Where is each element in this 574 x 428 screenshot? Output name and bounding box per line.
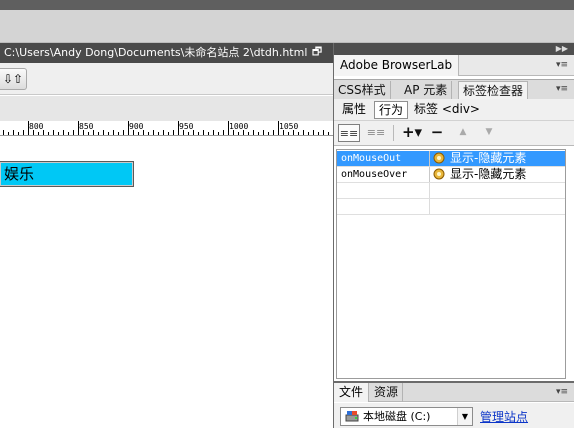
ruler-label: 1000 <box>229 122 249 131</box>
hard-drive-icon <box>345 411 359 422</box>
ruler-label: 950 <box>179 122 194 131</box>
panel-menu-icon[interactable]: ▾≡ <box>556 84 568 94</box>
tab-label: AP 元素 <box>404 83 448 97</box>
tab-tag-inspector[interactable]: 标签检查器 <box>458 81 528 100</box>
document-toolbar: ⇩⇧ <box>0 63 333 95</box>
document-path: C:\Users\Andy Dong\Documents\未命名站点 2\dtd… <box>4 46 308 59</box>
tab-label: 标签检查器 <box>463 84 524 98</box>
remove-behavior-icon[interactable]: − <box>426 124 448 142</box>
subtab-label: 行为 <box>379 103 404 117</box>
drive-select[interactable]: 本地磁盘 (C:) ▼ <box>340 407 473 426</box>
tab-label: 资源 <box>374 385 399 399</box>
empty-row <box>337 183 565 199</box>
column-separator <box>429 199 430 214</box>
tab-files[interactable]: 文件 <box>334 383 370 402</box>
inspector-subtabs: 属性 行为 标签 <div> <box>334 99 574 121</box>
chevron-down-icon[interactable]: ▼ <box>457 408 472 425</box>
horizontal-ruler: 800 850 900 950 1000 1050 <box>0 121 333 136</box>
behavior-row[interactable]: onMouseOut 显示-隐藏元素 <box>337 151 565 167</box>
toolbar-separator <box>393 125 394 141</box>
ruler-label: 1050 <box>279 122 299 131</box>
behavior-action: 显示-隐藏元素 <box>450 167 527 181</box>
gear-icon <box>433 152 445 164</box>
files-controls: 本地磁盘 (C:) ▼ 管理站点 <box>334 403 574 428</box>
behavior-action: 显示-隐藏元素 <box>450 151 527 165</box>
gear-icon <box>433 168 445 180</box>
column-separator <box>429 183 430 198</box>
subtab-label: 属性 <box>342 102 367 116</box>
current-tag-label: 标签 <div> <box>414 102 480 116</box>
column-separator <box>429 167 430 182</box>
panel-tabs: CSS样式 AP 元素 标签检查器 ▾≡ <box>334 79 574 100</box>
behaviors-toolbar: ≡≡ ≡≡ +▾ − ▲ ▼ <box>334 121 574 146</box>
browserlab-panel-header: Adobe BrowserLab ▾≡ <box>334 55 574 76</box>
show-set-events-icon[interactable]: ≡≡ <box>338 124 360 142</box>
show-all-events-icon[interactable]: ≡≡ <box>365 124 387 142</box>
behavior-event: onMouseOver <box>341 169 408 180</box>
manage-sites-link[interactable]: 管理站点 <box>480 410 528 424</box>
div-text: 娱乐 <box>4 165 35 183</box>
panel-group-header: ▶▶ <box>334 43 574 55</box>
ruler-label: 900 <box>129 122 144 131</box>
tab-label: 文件 <box>339 385 364 399</box>
move-up-icon[interactable]: ▲ <box>452 124 474 142</box>
files-panel-tabs: 文件 资源 ▾≡ <box>334 383 574 402</box>
behavior-event: onMouseOut <box>341 153 402 164</box>
file-management-button[interactable]: ⇩⇧ <box>0 68 27 90</box>
move-down-icon[interactable]: ▼ <box>478 124 500 142</box>
browserlab-tab[interactable]: Adobe BrowserLab <box>334 55 460 76</box>
add-behavior-icon[interactable]: +▾ <box>401 124 423 142</box>
restore-window-icon[interactable]: 🗗 <box>311 46 323 58</box>
document-info-bar <box>0 96 333 121</box>
behavior-row[interactable]: onMouseOver 显示-隐藏元素 <box>337 167 565 183</box>
design-view-canvas[interactable]: 娱乐 <box>0 137 333 428</box>
selected-div-element[interactable]: 娱乐 <box>0 161 134 187</box>
collapse-panels-icon[interactable]: ▶▶ <box>556 43 568 55</box>
panel-menu-icon[interactable]: ▾≡ <box>556 60 568 70</box>
ruler-label: 800 <box>29 122 44 131</box>
empty-row <box>337 199 565 215</box>
tab-assets[interactable]: 资源 <box>370 383 404 402</box>
file-management-icon: ⇩⇧ <box>2 72 24 86</box>
column-separator <box>429 151 430 166</box>
tab-ap-elements[interactable]: AP 元素 <box>400 81 453 100</box>
subtab-attributes[interactable]: 属性 <box>338 101 370 119</box>
browserlab-title: Adobe BrowserLab <box>340 58 453 72</box>
ruler-label: 850 <box>79 122 94 131</box>
behaviors-list: onMouseOut 显示-隐藏元素 onMouseOver 显示-隐藏元素 <box>336 149 566 379</box>
subtab-behaviors[interactable]: 行为 <box>374 101 409 119</box>
app-toolbar-area <box>0 10 574 43</box>
drive-value: 本地磁盘 (C:) <box>363 410 431 423</box>
panel-menu-icon[interactable]: ▾≡ <box>556 387 568 397</box>
document-title-bar: C:\Users\Andy Dong\Documents\未命名站点 2\dtd… <box>0 43 333 63</box>
tab-css-styles[interactable]: CSS样式 <box>334 81 391 100</box>
app-top-bar <box>0 0 574 10</box>
tab-label: CSS样式 <box>338 83 386 97</box>
